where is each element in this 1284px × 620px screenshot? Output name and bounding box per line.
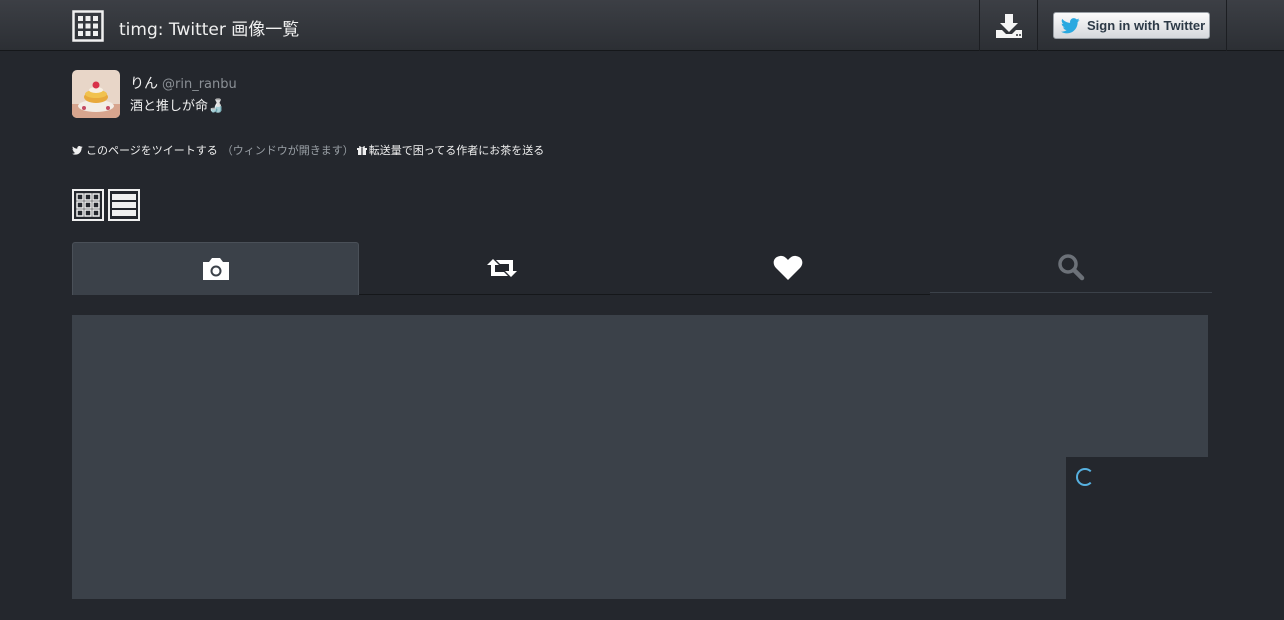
profile-name[interactable]: りん xyxy=(130,76,158,92)
app-title[interactable]: timg: Twitter 画像一覧 xyxy=(119,15,299,40)
twitter-bird-icon xyxy=(72,145,83,155)
sign-in-with-twitter-button[interactable]: Sign in with Twitter xyxy=(1053,12,1210,39)
tweet-page-link[interactable]: このページをツイートする xyxy=(72,142,218,158)
profile-bio: 酒と推しが命🍶 xyxy=(130,99,225,114)
tab-media[interactable] xyxy=(72,242,359,295)
heart-icon xyxy=(773,255,802,280)
loading-spinner-icon xyxy=(1076,468,1094,486)
gift-tea-label: 転送量で困ってる作者にお茶を送る xyxy=(368,144,545,157)
share-line: このページをツイートする （ウィンドウが開きます） 転送量で困ってる作者にお茶を… xyxy=(72,142,544,158)
profile-name-line: りん @rin_ranbu xyxy=(130,73,237,93)
avatar[interactable] xyxy=(72,70,120,118)
grid-icon[interactable] xyxy=(72,10,104,42)
view-toggles xyxy=(72,189,140,221)
tab-retweets[interactable] xyxy=(359,242,645,294)
gift-icon xyxy=(356,146,367,155)
image-tile[interactable] xyxy=(72,315,1208,457)
tab-search[interactable] xyxy=(930,242,1212,292)
download-button[interactable] xyxy=(980,0,1037,51)
nav-divider xyxy=(1037,0,1038,51)
gift-tea-link[interactable]: 転送量で困ってる作者にお茶を送る xyxy=(356,142,545,158)
tweet-page-label: このページをツイートする xyxy=(86,144,218,157)
twitter-bird-icon xyxy=(1061,17,1080,33)
tweet-note: （ウィンドウが開きます） xyxy=(221,144,354,157)
profile-handle[interactable]: @rin_ranbu xyxy=(162,77,237,92)
search-icon xyxy=(1058,254,1085,281)
sign-in-label: Sign in with Twitter xyxy=(1087,18,1206,33)
list-view-icon[interactable] xyxy=(108,189,140,221)
grid-view-icon[interactable] xyxy=(72,189,104,221)
download-icon xyxy=(995,13,1022,38)
image-tile[interactable] xyxy=(72,457,1066,599)
image-grid xyxy=(72,315,1208,599)
tab-underline xyxy=(358,294,930,295)
avatar-image xyxy=(72,70,120,118)
tab-likes[interactable] xyxy=(645,242,930,294)
tab-underline xyxy=(930,292,1212,293)
retweet-icon xyxy=(487,259,517,277)
camera-icon xyxy=(202,258,229,280)
nav-divider xyxy=(1226,0,1227,51)
media-tabs xyxy=(72,242,1212,295)
navbar: timg: Twitter 画像一覧 Sign in with Twitter xyxy=(0,0,1284,51)
